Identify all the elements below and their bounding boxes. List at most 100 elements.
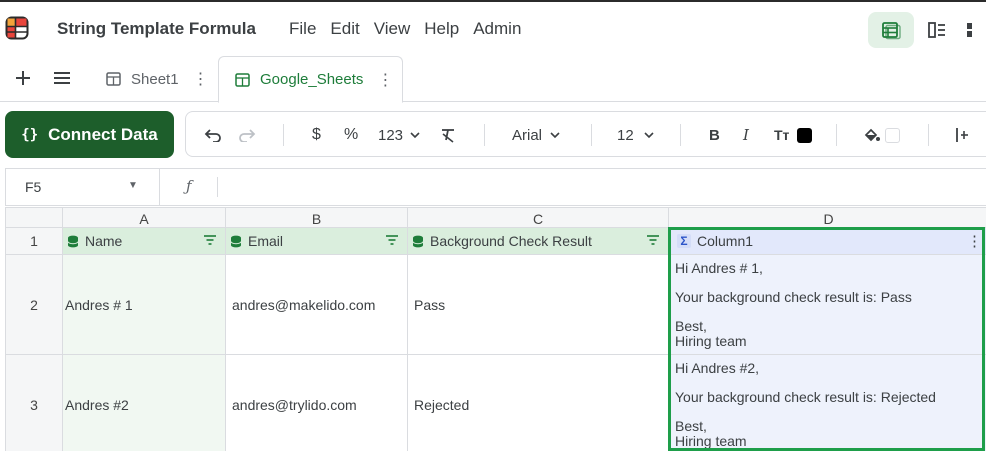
- cell-a2[interactable]: Andres # 1: [63, 255, 226, 355]
- align-button[interactable]: [954, 112, 970, 158]
- table-icon: [106, 72, 121, 86]
- field-header-label: Column1: [697, 233, 754, 249]
- menu-bar: File Edit View Help Admin: [289, 19, 535, 39]
- font-size-label: 12: [617, 126, 634, 144]
- menu-view[interactable]: View: [374, 19, 411, 39]
- tab-more-icon[interactable]: ⋮: [193, 69, 209, 89]
- tab-google-sheets[interactable]: Google_Sheets ⋮: [218, 56, 403, 103]
- template-signature: Hiring team: [675, 433, 747, 449]
- split-view-icon: [928, 22, 945, 38]
- redo-button[interactable]: [238, 112, 256, 158]
- app-header: String Template Formula File Edit View H…: [0, 0, 986, 54]
- database-icon: [412, 235, 424, 247]
- toolbar-divider: [680, 124, 681, 146]
- text-size-button[interactable]: Tт: [774, 112, 789, 158]
- cell-reference: F5: [25, 179, 42, 195]
- field-header-column1[interactable]: Σ Column1 ⋮: [669, 228, 986, 255]
- template-body: Your background check result is: Pass: [675, 289, 912, 305]
- filter-icon[interactable]: [646, 234, 660, 246]
- template-closing: Best,: [675, 318, 707, 334]
- app-logo-icon[interactable]: [5, 16, 29, 40]
- app-title: String Template Formula: [57, 19, 256, 38]
- row-header-3[interactable]: 3: [5, 355, 63, 451]
- cell-c2[interactable]: Pass: [408, 255, 669, 355]
- row-header-2[interactable]: 2: [5, 255, 63, 355]
- connect-data-label: Connect Data: [48, 124, 158, 144]
- percent-button[interactable]: %: [344, 112, 358, 158]
- clear-format-icon: [442, 129, 454, 143]
- number-format-label: 123: [378, 126, 404, 144]
- tab-label: Google_Sheets: [260, 71, 364, 88]
- select-all-corner[interactable]: [5, 207, 63, 228]
- menu-file[interactable]: File: [289, 19, 316, 39]
- undo-icon: [204, 129, 221, 142]
- field-header-email[interactable]: Email: [226, 228, 408, 255]
- braces-icon: {}: [21, 126, 39, 143]
- italic-button[interactable]: I: [743, 112, 749, 158]
- column-header-d[interactable]: D: [669, 207, 986, 228]
- bold-button[interactable]: B: [709, 112, 720, 158]
- text-color-swatch: [797, 127, 812, 143]
- connect-data-button[interactable]: {} Connect Data: [5, 111, 174, 158]
- template-greeting: Hi Andres # 1,: [675, 260, 763, 276]
- font-size-dropdown[interactable]: 12: [617, 112, 654, 158]
- tab-more-icon[interactable]: ⋮: [377, 70, 393, 90]
- cell-a3[interactable]: Andres #2: [63, 355, 226, 451]
- chevron-down-icon: [550, 132, 560, 139]
- menu-help[interactable]: Help: [424, 19, 459, 39]
- database-icon: [230, 235, 242, 247]
- menu-edit[interactable]: Edit: [330, 19, 359, 39]
- column-header-c[interactable]: C: [408, 207, 669, 228]
- split-view-button[interactable]: [914, 12, 960, 48]
- toolbar-divider: [591, 124, 592, 146]
- column-align-icon: [956, 128, 968, 142]
- fill-color-button[interactable]: [863, 112, 900, 158]
- field-header-background-check-result[interactable]: Background Check Result: [408, 228, 669, 255]
- text-color-button[interactable]: [797, 112, 812, 158]
- menu-admin[interactable]: Admin: [473, 19, 521, 39]
- undo-button[interactable]: [204, 112, 222, 158]
- add-sheet-icon[interactable]: [13, 68, 33, 88]
- row-header-1[interactable]: 1: [5, 228, 63, 255]
- clear-formatting-button[interactable]: [440, 112, 456, 158]
- dropdown-triangle-icon: ▼: [128, 180, 138, 191]
- cell-d3[interactable]: Hi Andres #2, Your background check resu…: [669, 355, 986, 451]
- column-header-b[interactable]: B: [226, 207, 408, 228]
- formula-divider: [217, 177, 218, 197]
- font-family-dropdown[interactable]: Arial: [512, 112, 560, 158]
- all-sheets-menu-icon[interactable]: [52, 68, 72, 88]
- toolbar-divider: [836, 124, 837, 146]
- database-icon: [67, 235, 79, 247]
- field-header-label: Background Check Result: [430, 233, 592, 249]
- tab-sheet1[interactable]: Sheet1 ⋮: [106, 56, 209, 102]
- fill-color-swatch: [885, 127, 900, 143]
- number-format-dropdown[interactable]: 123: [378, 112, 420, 158]
- template-greeting: Hi Andres #2,: [675, 360, 760, 376]
- cell-c3[interactable]: Rejected: [408, 355, 669, 451]
- cell-d2[interactable]: Hi Andres # 1, Your background check res…: [669, 255, 986, 355]
- toolbar-divider: [928, 124, 929, 146]
- chevron-down-icon: [410, 132, 420, 139]
- field-header-label: Name: [85, 233, 123, 249]
- cell-b2[interactable]: andres@makelido.com: [226, 255, 408, 355]
- filter-icon[interactable]: [385, 234, 399, 246]
- panel-view-button[interactable]: [960, 12, 986, 48]
- font-family-label: Arial: [512, 126, 543, 144]
- name-box[interactable]: F5 ▼: [6, 169, 160, 205]
- cell-b3[interactable]: andres@trylido.com: [226, 355, 408, 451]
- panel-view-icon: [967, 23, 972, 37]
- filter-icon[interactable]: [203, 234, 217, 246]
- template-signature: Hiring team: [675, 333, 747, 349]
- grid-view-button[interactable]: [868, 12, 914, 48]
- paint-bucket-icon: [864, 128, 880, 142]
- sigma-icon: Σ: [677, 234, 691, 248]
- formatting-toolbar: $ % 123 Arial 12 B I Tт: [185, 111, 986, 157]
- column-header-a[interactable]: A: [63, 207, 226, 228]
- template-closing: Best,: [675, 418, 707, 434]
- template-body: Your background check result is: Rejecte…: [675, 389, 936, 405]
- currency-button[interactable]: $: [312, 112, 321, 158]
- column-more-icon[interactable]: ⋮: [967, 232, 982, 250]
- formula-bar: F5 ▼ ƒ: [5, 168, 986, 206]
- field-header-name[interactable]: Name: [63, 228, 226, 255]
- tab-label: Sheet1: [131, 70, 179, 88]
